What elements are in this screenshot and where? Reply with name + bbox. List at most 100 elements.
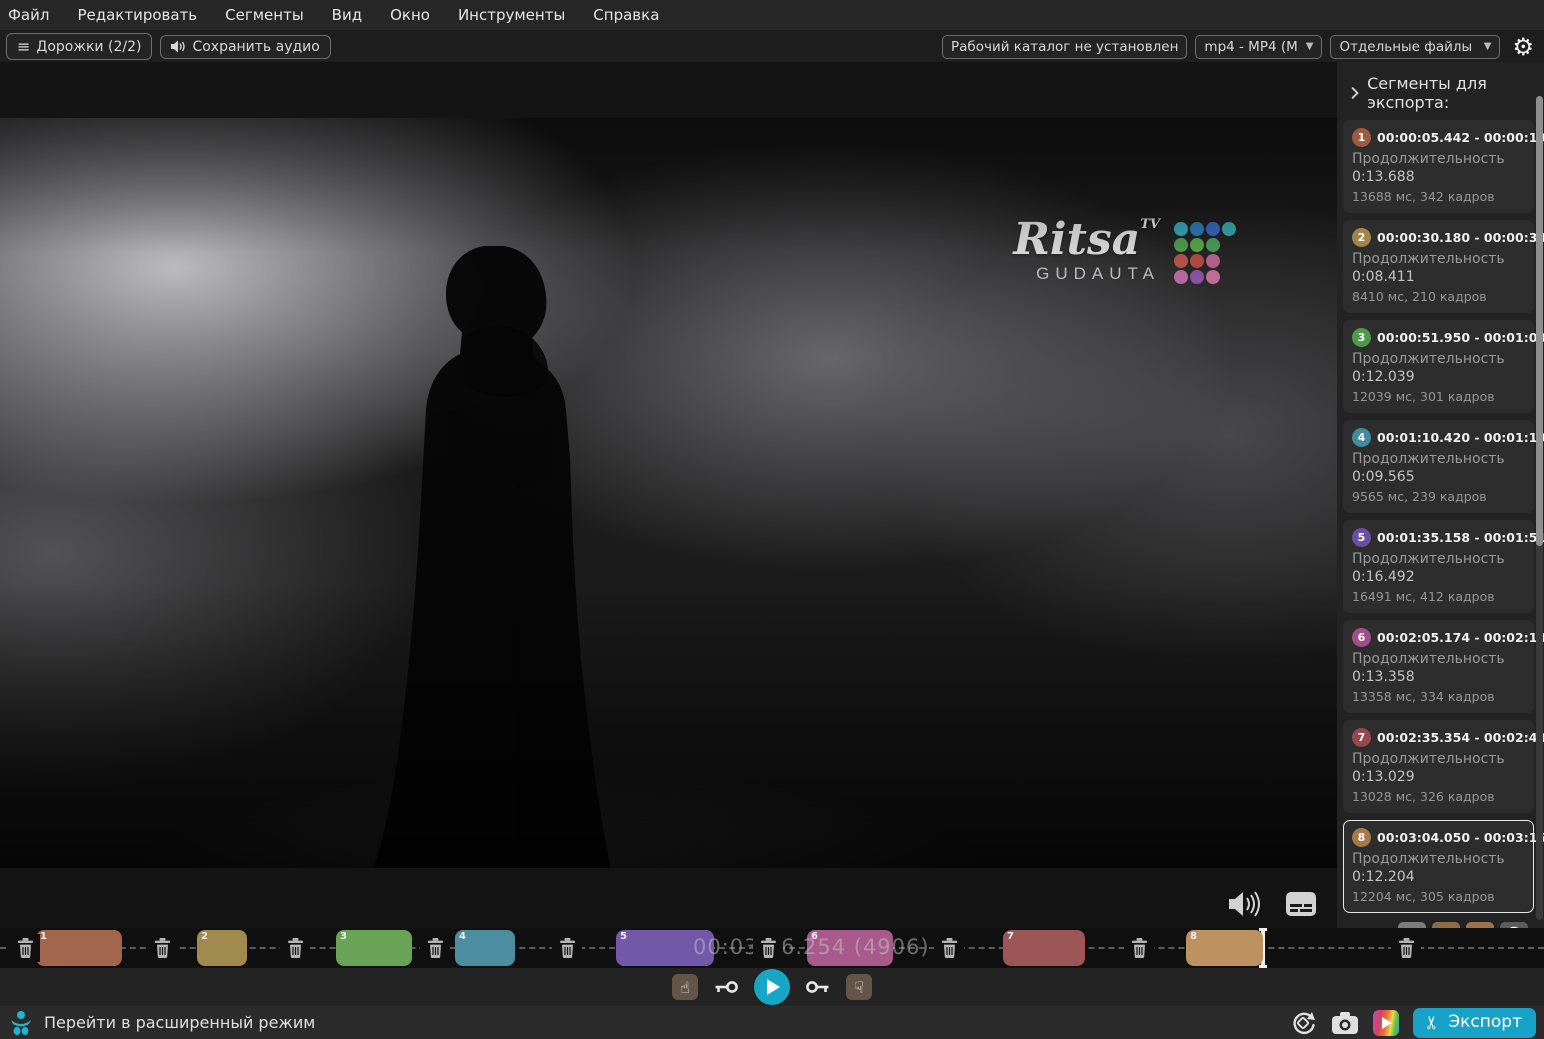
footer-bar: Перейти в расширенный режим ✂ Экспорт [0,1006,1544,1039]
menu-item[interactable]: Инструменты [458,6,565,24]
segment-card[interactable]: 6 00:02:05.174 - 00:02:18.532 Продолжите… [1343,620,1534,713]
working-dir-label: Рабочий каталог не установлен [951,39,1178,55]
menu-bar: Файл Редактировать Сегменты Вид Окно Инструме… [0,0,1544,31]
delete-segment-icon[interactable] [753,934,783,962]
segment-duration-label: Продолжительность [1352,251,1525,267]
segment-duration-label: Продолжительность [1352,151,1525,167]
timeline-segment-number: 7 [1007,931,1014,942]
segment-card[interactable]: 2 00:00:30.180 - 00:00:38.591 Продолжите… [1343,220,1534,313]
segment-number-badge: 8 [1352,828,1371,847]
segment-card[interactable]: 5 00:01:35.158 - 00:01:51.650 Продолжите… [1343,520,1534,613]
segment-number-badge: 2 [1352,228,1371,247]
segment-time-range: 00:03:04.050 - 00:03:16.254 [1377,830,1544,845]
segment-details: 13688 мс, 342 кадров [1352,189,1525,204]
delete-segment-icon[interactable] [934,934,964,962]
chevron-down-icon: ▼ [1484,41,1492,52]
segment-duration-value: 0:13.688 [1352,169,1525,185]
save-audio-label: Сохранить аудио [192,39,319,55]
segment-number-badge: 1 [1352,128,1371,147]
segment-card[interactable]: 7 00:02:35.354 - 00:02:48.382 Продолжите… [1343,720,1534,813]
advanced-mode-label: Перейти в расширенный режим [44,1013,315,1032]
camera-capture-icon[interactable] [1331,1011,1359,1035]
segment-duration-value: 0:16.492 [1352,569,1525,585]
subtitles-icon[interactable] [1285,891,1317,917]
segment-number-badge: 4 [1352,428,1371,447]
timeline[interactable]: 00:03:16.254 (4906) 12345678 [0,928,1544,968]
delete-segment-icon[interactable] [10,934,40,962]
jump-cut-end-button[interactable]: ☟ [846,974,872,1000]
segment-duration-value: 0:12.204 [1352,869,1525,885]
advanced-mode-toggle[interactable]: Перейти в расширенный режим [8,1010,315,1036]
menu-item[interactable]: Окно [390,6,430,24]
sidebar-scrollbar[interactable] [1536,96,1543,920]
timeline-segment[interactable]: 1 [36,930,122,966]
segment-time-range: 00:02:05.174 - 00:02:18.532 [1377,630,1544,645]
mpv-play-glyph [1382,1017,1392,1029]
segment-card[interactable]: 1 00:00:05.442 - 00:00:19.131 Продолжите… [1343,120,1534,213]
timeline-timecode: 00:03:16.254 (4906) [693,935,930,959]
mpv-player-icon[interactable] [1373,1010,1399,1036]
save-audio-button[interactable]: Сохранить аудио [160,35,330,59]
delete-segment-icon[interactable] [420,934,450,962]
timeline-segment[interactable]: 7 [1003,930,1085,966]
sidebar-header-label: Сегменты для экспорта: [1367,74,1534,112]
output-mode-select[interactable]: Отдельные файлы ▼ [1330,35,1500,59]
menu-item[interactable]: Справка [593,6,659,24]
segment-time-range: 00:00:05.442 - 00:00:19.131 [1377,130,1544,145]
timeline-segment-number: 4 [459,931,466,942]
segment-time-range: 00:01:35.158 - 00:01:51.650 [1377,530,1544,545]
person-icon [8,1010,34,1036]
timeline-segment[interactable]: 2 [197,930,247,966]
timeline-segment-number: 5 [620,931,627,942]
menu-item[interactable]: Редактировать [77,6,197,24]
settings-gear-icon[interactable]: ⚙ [1512,35,1534,59]
working-dir-button[interactable]: Рабочий каталог не установлен [942,35,1187,59]
timeline-segment-number: 1 [40,931,47,942]
segment-time-range: 00:02:35.354 - 00:02:48.382 [1377,730,1544,745]
segment-card[interactable]: 4 00:01:10.420 - 00:01:19.986 Продолжите… [1343,420,1534,513]
segment-details: 12039 мс, 301 кадров [1352,389,1525,404]
segment-duration-label: Продолжительность [1352,651,1525,667]
segment-duration-label: Продолжительность [1352,851,1525,867]
delete-segment-icon[interactable] [1391,934,1421,962]
export-button[interactable]: ✂ Экспорт [1413,1008,1536,1038]
format-select[interactable]: mp4 - MP4 (M ▼ [1195,35,1322,59]
app-window: Файл Редактировать Сегменты Вид Окно Инструме… [0,0,1544,1039]
segment-duration-value: 0:09.565 [1352,469,1525,485]
segment-duration-value: 0:13.358 [1352,669,1525,685]
timeline-segment[interactable]: 4 [455,930,515,966]
delete-segment-icon[interactable] [1124,934,1154,962]
timeline-segment[interactable]: 8 [1186,930,1263,966]
sidebar-scrollbar-thumb[interactable] [1536,96,1543,546]
top-toolbar: ≡ Дорожки (2/2) Сохранить аудио Рабочий … [0,31,1544,62]
segment-details: 13028 мс, 326 кадров [1352,789,1525,804]
segment-card[interactable]: 3 00:00:51.950 - 00:01:03.989 Продолжите… [1343,320,1534,413]
menu-item[interactable]: Сегменты [225,6,304,24]
segment-details: 16491 мс, 412 кадров [1352,589,1525,604]
export-button-label: Экспорт [1448,1012,1522,1032]
play-button[interactable] [754,969,790,1005]
segment-duration-label: Продолжительность [1352,751,1525,767]
segment-duration-label: Продолжительность [1352,551,1525,567]
segment-number-badge: 7 [1352,728,1371,747]
sidebar-header[interactable]: Сегменты для экспорта: [1343,68,1534,120]
volume-icon[interactable] [1227,890,1261,918]
next-keyframe-icon[interactable] [806,979,830,995]
rotate-icon[interactable] [1291,1010,1317,1036]
segment-card[interactable]: 8 00:03:04.050 - 00:03:16.254 Продолжите… [1343,820,1534,913]
segment-time-range: 00:01:10.420 - 00:01:19.986 [1377,430,1544,445]
timeline-segment-number: 8 [1190,931,1197,942]
tracks-button[interactable]: ≡ Дорожки (2/2) [6,33,152,60]
delete-segment-icon[interactable] [280,934,310,962]
timeline-segment[interactable]: 3 [336,930,412,966]
menu-item[interactable]: Файл [8,6,49,24]
prev-keyframe-icon[interactable] [714,979,738,995]
video-frame[interactable]: RitsaTV GUDAUTA [0,118,1337,868]
play-icon [767,979,780,995]
output-mode-value: Отдельные файлы [1339,39,1472,55]
delete-segment-icon[interactable] [552,934,582,962]
jump-cut-start-button[interactable]: ☝ [672,974,698,1000]
menu-item[interactable]: Вид [332,6,362,24]
delete-segment-icon[interactable] [147,934,177,962]
tracks-button-label: Дорожки (2/2) [36,39,141,55]
